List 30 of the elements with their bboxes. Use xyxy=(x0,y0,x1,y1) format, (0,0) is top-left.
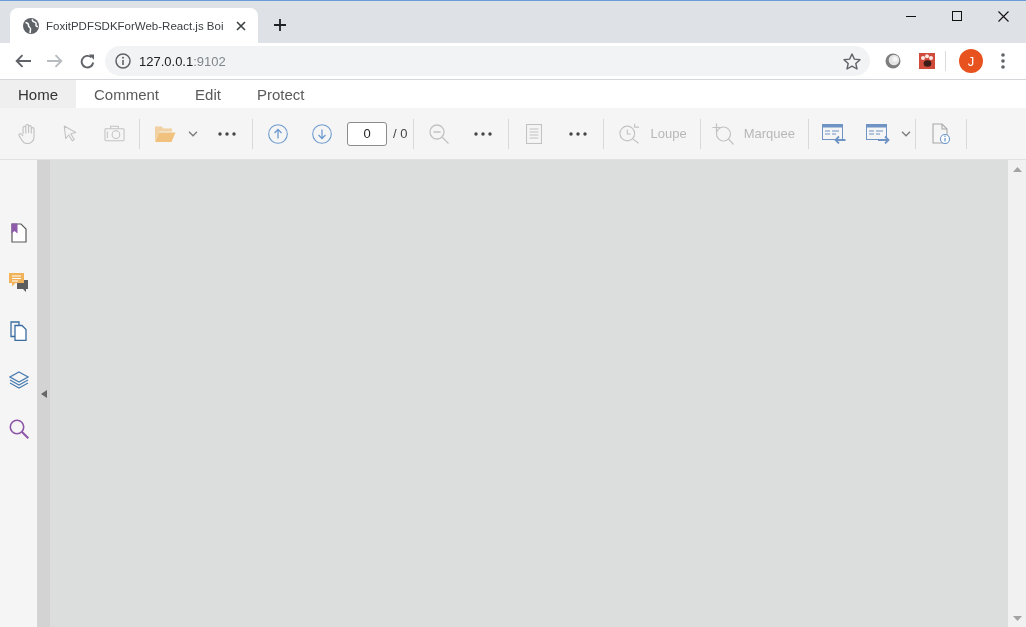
page-number-field[interactable]: 0 xyxy=(347,121,387,146)
layers-icon xyxy=(8,370,29,389)
bookmark-page-icon xyxy=(10,222,27,243)
marquee-zoom-icon xyxy=(711,122,734,145)
page-count-text: / 0 xyxy=(393,126,408,141)
paw-icon xyxy=(919,53,935,69)
scrollbar[interactable] xyxy=(1008,160,1026,627)
address-bar[interactable]: 127.0.0.1:9102 xyxy=(105,46,870,76)
plus-icon xyxy=(274,19,287,31)
url-text: 127.0.0.1:9102 xyxy=(139,53,227,69)
scroll-down-arrow-icon xyxy=(1012,616,1022,621)
info-icon xyxy=(115,53,131,69)
close-icon xyxy=(997,10,1009,22)
menu-tab[interactable]: Home xyxy=(0,80,76,108)
profile-avatar-button[interactable]: J xyxy=(959,49,983,73)
globe-icon xyxy=(23,17,39,34)
sidebar-collapse-handle[interactable] xyxy=(37,160,50,627)
minimize-icon xyxy=(906,15,916,17)
speech-bubbles-icon xyxy=(8,271,29,292)
pages-icon xyxy=(10,320,27,341)
close-icon xyxy=(236,20,247,31)
browser-tab[interactable]: FoxitPDFSDKForWeb-React.js Boi xyxy=(10,8,259,43)
search-icon xyxy=(8,418,29,439)
star-icon xyxy=(843,52,861,70)
sphere-icon xyxy=(885,53,901,69)
scroll-up-arrow-icon xyxy=(1012,167,1022,172)
loupe-icon xyxy=(619,123,641,144)
collapse-arrow-icon xyxy=(40,389,47,398)
maximize-icon xyxy=(952,11,962,21)
vertical-dots-icon xyxy=(1001,53,1005,69)
